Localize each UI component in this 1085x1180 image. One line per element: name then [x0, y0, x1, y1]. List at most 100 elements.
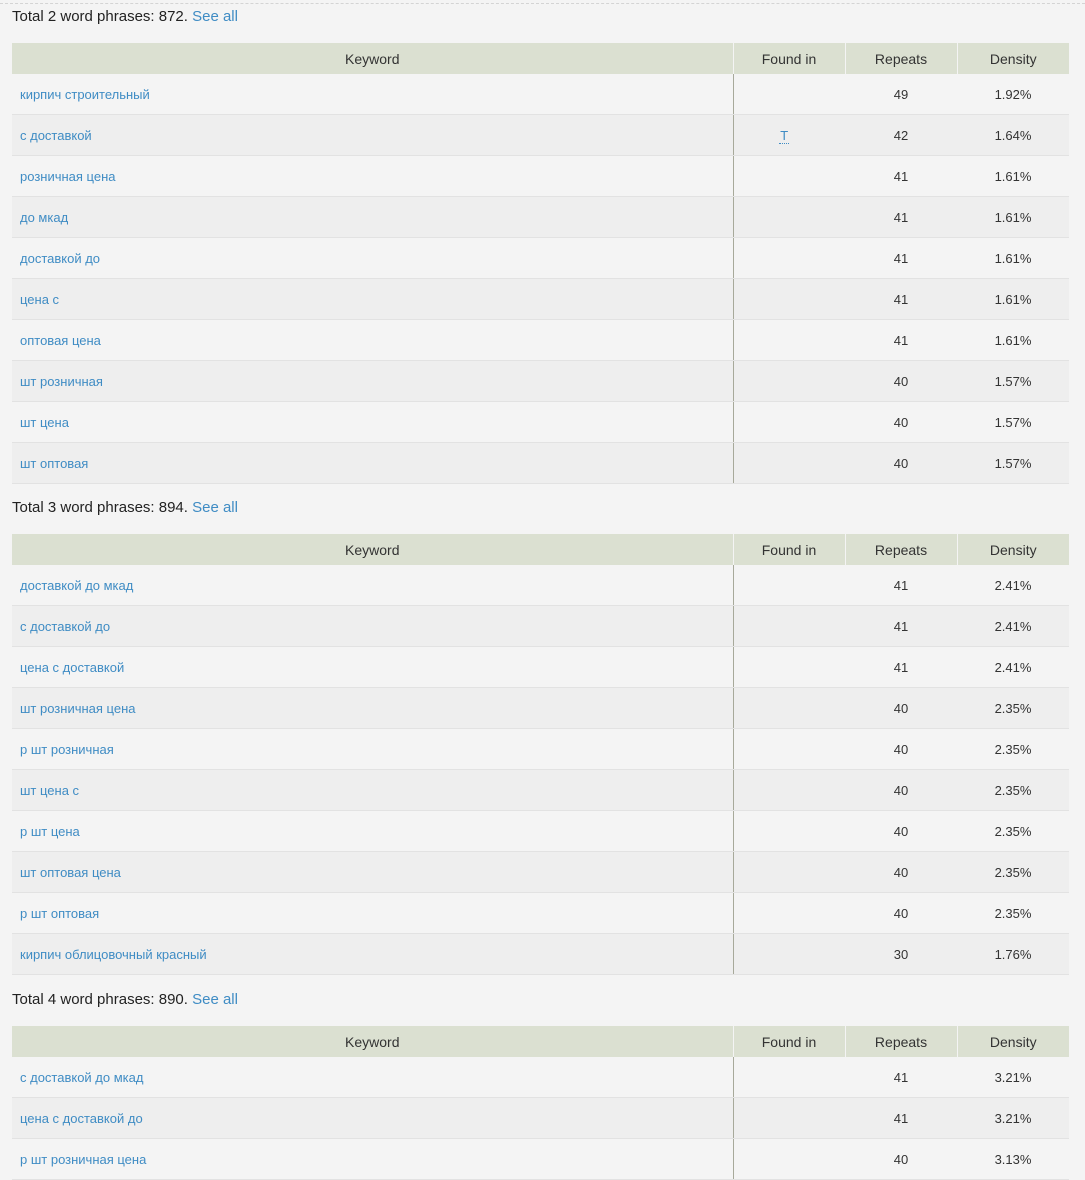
keyword-link[interactable]: оптовая цена — [20, 333, 101, 348]
keyword-table: Keyword Found in Repeats Density с доста… — [12, 1026, 1069, 1180]
found-in-cell — [732, 810, 845, 852]
density-column-header[interactable]: Density — [956, 534, 1069, 565]
found-in-cell — [732, 1138, 845, 1180]
table-row: р шт цена 40 2.35% — [12, 810, 1069, 852]
table-row: р шт розничная 40 2.35% — [12, 728, 1069, 770]
repeats-cell: 30 — [845, 933, 957, 975]
table-row: кирпич облицовочный красный 30 1.76% — [12, 933, 1069, 975]
found-in-cell — [732, 196, 845, 238]
repeats-cell: 40 — [845, 769, 957, 811]
table-row: с доставкой до 41 2.41% — [12, 605, 1069, 647]
keyword-column-header[interactable]: Keyword — [12, 43, 733, 74]
keyword-link[interactable]: цена с доставкой — [20, 660, 124, 675]
found-in-column-header[interactable]: Found in — [732, 1026, 845, 1057]
table-row: розничная цена 41 1.61% — [12, 155, 1069, 197]
section-title-text: Total 4 word phrases: 890. — [12, 991, 188, 1008]
density-cell: 2.35% — [957, 810, 1069, 852]
found-in-cell — [732, 278, 845, 320]
keyword-link[interactable]: р шт розничная цена — [20, 1152, 146, 1167]
density-column-header[interactable]: Density — [956, 43, 1069, 74]
repeats-cell: 42 — [845, 114, 957, 156]
table-row: доставкой до 41 1.61% — [12, 237, 1069, 279]
density-cell: 3.21% — [957, 1057, 1069, 1098]
keyword-link[interactable]: кирпич облицовочный красный — [20, 947, 207, 962]
section-title: Total 3 word phrases: 894. See all — [12, 494, 1069, 522]
found-in-cell — [732, 851, 845, 893]
repeats-cell: 49 — [845, 74, 957, 115]
found-in-cell — [732, 74, 845, 115]
repeats-cell: 40 — [845, 442, 957, 484]
repeats-cell: 41 — [845, 278, 957, 320]
repeats-column-header[interactable]: Repeats — [844, 1026, 957, 1057]
table-row: шт розничная 40 1.57% — [12, 360, 1069, 402]
keyword-link[interactable]: р шт оптовая — [20, 906, 99, 921]
found-in-column-header[interactable]: Found in — [732, 534, 845, 565]
density-cell: 2.35% — [957, 851, 1069, 893]
keyword-link[interactable]: с доставкой — [20, 128, 92, 143]
found-in-cell — [732, 687, 845, 729]
density-cell: 1.76% — [957, 933, 1069, 975]
section-2-word-phrases: Total 2 word phrases: 872. See all Keywo… — [12, 3, 1069, 484]
keyword-link[interactable]: доставкой до мкад — [20, 578, 133, 593]
keyword-link[interactable]: с доставкой до — [20, 619, 110, 634]
density-column-header[interactable]: Density — [956, 1026, 1069, 1057]
table-header-row: Keyword Found in Repeats Density — [12, 1026, 1069, 1057]
found-in-cell — [732, 1057, 845, 1098]
keyword-link[interactable]: до мкад — [20, 210, 68, 225]
section-4-word-phrases: Total 4 word phrases: 890. See all Keywo… — [12, 986, 1069, 1180]
found-in-title-tag[interactable]: T — [779, 127, 790, 144]
density-cell: 3.21% — [957, 1097, 1069, 1139]
table-row: р шт розничная цена 40 3.13% — [12, 1138, 1069, 1180]
table-row: цена с 41 1.61% — [12, 278, 1069, 320]
repeats-cell: 41 — [845, 196, 957, 238]
see-all-link[interactable]: See all — [192, 991, 238, 1008]
keyword-link[interactable]: с доставкой до мкад — [20, 1070, 143, 1085]
density-cell: 1.61% — [957, 155, 1069, 197]
keyword-link[interactable]: розничная цена — [20, 169, 116, 184]
found-in-column-header[interactable]: Found in — [732, 43, 845, 74]
keyword-column-header[interactable]: Keyword — [12, 1026, 733, 1057]
density-cell: 1.61% — [957, 319, 1069, 361]
see-all-link[interactable]: See all — [192, 8, 238, 25]
keyword-link[interactable]: доставкой до — [20, 251, 100, 266]
repeats-column-header[interactable]: Repeats — [844, 534, 957, 565]
keyword-link[interactable]: кирпич строительный — [20, 87, 150, 102]
see-all-link[interactable]: See all — [192, 499, 238, 516]
table-row: с доставкой до мкад 41 3.21% — [12, 1057, 1069, 1098]
keyword-link[interactable]: шт оптовая — [20, 456, 88, 471]
density-cell: 1.61% — [957, 237, 1069, 279]
keyword-link[interactable]: шт розничная — [20, 374, 103, 389]
repeats-cell: 41 — [845, 605, 957, 647]
table-row: до мкад 41 1.61% — [12, 196, 1069, 238]
found-in-cell — [732, 155, 845, 197]
keyword-link[interactable]: р шт цена — [20, 824, 80, 839]
keyword-link[interactable]: шт цена с — [20, 783, 79, 798]
keyword-column-header[interactable]: Keyword — [12, 534, 733, 565]
keyword-link[interactable]: шт розничная цена — [20, 701, 135, 716]
density-cell: 2.35% — [957, 728, 1069, 770]
table-row: с доставкой T 42 1.64% — [12, 114, 1069, 156]
keyword-link[interactable]: шт оптовая цена — [20, 865, 121, 880]
section-title: Total 4 word phrases: 890. See all — [12, 986, 1069, 1014]
keyword-link[interactable]: цена с доставкой до — [20, 1111, 143, 1126]
keyword-table: Keyword Found in Repeats Density доставк… — [12, 534, 1069, 975]
table-row: шт цена с 40 2.35% — [12, 769, 1069, 811]
keyword-link[interactable]: шт цена — [20, 415, 69, 430]
repeats-cell: 40 — [845, 728, 957, 770]
density-cell: 3.13% — [957, 1138, 1069, 1180]
repeats-cell: 41 — [845, 319, 957, 361]
keyword-link[interactable]: цена с — [20, 292, 59, 307]
table-header-row: Keyword Found in Repeats Density — [12, 43, 1069, 74]
table-row: кирпич строительный 49 1.92% — [12, 74, 1069, 115]
keyword-link[interactable]: р шт розничная — [20, 742, 114, 757]
density-cell: 1.92% — [957, 74, 1069, 115]
repeats-column-header[interactable]: Repeats — [844, 43, 957, 74]
density-cell: 2.41% — [957, 605, 1069, 647]
found-in-cell — [732, 933, 845, 975]
found-in-cell — [732, 892, 845, 934]
repeats-cell: 40 — [845, 810, 957, 852]
table-row: шт цена 40 1.57% — [12, 401, 1069, 443]
density-cell: 1.61% — [957, 278, 1069, 320]
section-title-text: Total 3 word phrases: 894. — [12, 499, 188, 516]
repeats-cell: 41 — [845, 565, 957, 606]
